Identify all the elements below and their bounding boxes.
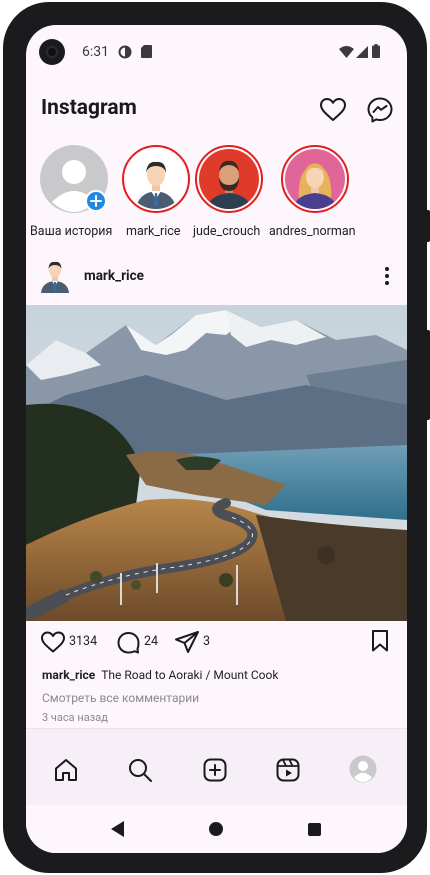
volume-button [425,210,430,242]
sd-card-icon [141,45,152,58]
battery-icon [372,44,380,58]
screen: 6:31 Instagram Ваша история mark_rice ju… [26,25,407,853]
profile-avatar-icon[interactable] [349,755,377,783]
post-username[interactable]: mark_rice [84,268,144,284]
comments-count: 24 [144,634,159,649]
story-mark-rice[interactable] [122,145,190,213]
shares-count: 3 [203,634,211,649]
status-time: 6:31 [82,44,109,60]
add-story-icon[interactable] [85,190,107,212]
new-post-icon[interactable] [202,757,228,783]
likes-count: 3134 [69,634,98,649]
wifi-icon [339,46,354,58]
system-recents-icon[interactable] [308,823,321,836]
signal-icon [356,46,368,58]
story-avatar [126,149,186,209]
story-andres-norman[interactable] [281,145,349,213]
story-avatar [285,149,345,209]
story-jude-crouch[interactable] [195,145,263,213]
app-title: Instagram [41,96,137,120]
caption-username[interactable]: mark_rice [42,668,95,682]
system-navigation-bar [26,805,407,853]
comment-icon[interactable] [116,629,140,655]
story-own[interactable] [39,144,109,214]
bookmark-icon[interactable] [370,629,390,653]
share-icon[interactable] [174,629,200,655]
bottom-navigation [26,728,407,805]
front-camera [39,39,65,65]
story-label-own: Ваша история [30,224,113,239]
messenger-icon[interactable] [366,96,394,124]
like-icon[interactable] [40,629,66,655]
more-options-icon[interactable] [382,265,392,287]
caption-text: The Road to Aoraki / Mount Cook [101,668,279,682]
post-time-ago: 3 часа назад [42,711,108,724]
view-comments-link[interactable]: Смотреть все комментарии [42,691,199,705]
man-in-suit-avatar-icon [126,149,186,209]
data-saver-icon [118,45,132,59]
reels-icon[interactable] [275,757,301,783]
post-caption: mark_rice The Road to Aoraki / Mount Cook [42,668,278,682]
story-avatar [199,149,259,209]
bearded-man-avatar-icon [199,149,259,209]
story-label-jude-crouch: jude_crouch [193,224,261,239]
status-bar: 6:31 [26,25,407,81]
post-avatar[interactable] [39,257,71,293]
story-label-andres-norman: andres_norman [269,224,356,239]
post-image[interactable] [26,305,407,621]
heart-icon[interactable] [319,96,347,124]
home-icon[interactable] [53,757,79,783]
power-button [425,330,430,420]
woman-avatar-icon [285,149,345,209]
system-back-icon[interactable] [111,821,125,837]
system-home-icon[interactable] [209,822,223,836]
phone-frame: 6:31 Instagram Ваша история mark_rice ju… [3,2,427,873]
story-label-mark-rice: mark_rice [126,224,181,239]
search-icon[interactable] [127,757,153,783]
